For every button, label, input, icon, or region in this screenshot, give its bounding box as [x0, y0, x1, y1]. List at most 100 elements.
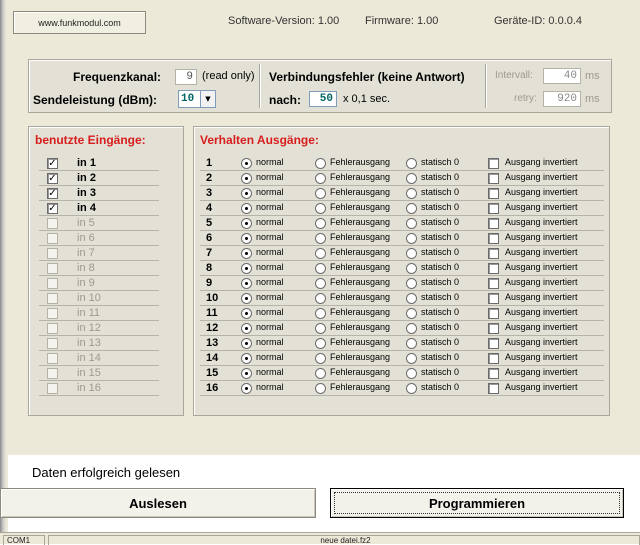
power-label: Sendeleistung (dBm):: [33, 93, 158, 107]
radio-fehlerausgang[interactable]: [315, 338, 326, 349]
input-row: ✓ in 2: [39, 171, 159, 186]
radio-fehlerausgang[interactable]: [315, 323, 326, 334]
radio-fehlerausgang[interactable]: [315, 353, 326, 364]
power-select-value: 10: [181, 93, 195, 105]
invert-checkbox[interactable]: [488, 338, 499, 349]
output-number: 16: [206, 382, 219, 394]
radio-statisch[interactable]: [406, 173, 417, 184]
radio-fehlerausgang[interactable]: [315, 383, 326, 394]
radio-normal[interactable]: [241, 248, 252, 259]
invert-checkbox[interactable]: [488, 173, 499, 184]
input-label: in 4: [77, 202, 96, 214]
invert-checkbox[interactable]: [488, 368, 499, 379]
chevron-down-icon[interactable]: ▼: [200, 91, 215, 107]
input-row: in 11: [39, 306, 159, 321]
input-checkbox: [47, 338, 58, 349]
radio-normal-label: normal: [256, 307, 284, 317]
radio-fehlerausgang[interactable]: [315, 188, 326, 199]
radio-fehlerausgang[interactable]: [315, 308, 326, 319]
radio-statisch[interactable]: [406, 308, 417, 319]
divider: [259, 64, 260, 108]
radio-statisch[interactable]: [406, 368, 417, 379]
invert-checkbox[interactable]: [488, 278, 499, 289]
radio-fehlerausgang-label: Fehlerausgang: [330, 307, 391, 317]
invert-checkbox[interactable]: [488, 323, 499, 334]
output-number: 2: [206, 172, 213, 184]
invert-label: Ausgang invertiert: [505, 322, 578, 332]
radio-statisch[interactable]: [406, 263, 417, 274]
radio-statisch[interactable]: [406, 248, 417, 259]
radio-normal-label: normal: [256, 157, 284, 167]
input-row: ✓ in 1: [39, 156, 159, 171]
invert-checkbox[interactable]: [488, 308, 499, 319]
radio-statisch[interactable]: [406, 353, 417, 364]
radio-fehlerausgang[interactable]: [315, 203, 326, 214]
radio-normal[interactable]: [241, 353, 252, 364]
invert-checkbox[interactable]: [488, 383, 499, 394]
input-label: in 8: [77, 262, 95, 274]
radio-fehlerausgang[interactable]: [315, 233, 326, 244]
radio-fehlerausgang[interactable]: [315, 248, 326, 259]
status-bar: COM1 neue datei.fz2: [0, 532, 640, 545]
radio-normal[interactable]: [241, 263, 252, 274]
input-checkbox[interactable]: ✓: [47, 188, 58, 199]
radio-statisch[interactable]: [406, 293, 417, 304]
radio-normal[interactable]: [241, 368, 252, 379]
radio-statisch[interactable]: [406, 323, 417, 334]
invert-checkbox[interactable]: [488, 158, 499, 169]
invert-checkbox[interactable]: [488, 218, 499, 229]
radio-fehlerausgang[interactable]: [315, 278, 326, 289]
invert-checkbox[interactable]: [488, 203, 499, 214]
radio-statisch[interactable]: [406, 278, 417, 289]
input-checkbox[interactable]: ✓: [47, 173, 58, 184]
radio-normal[interactable]: [241, 308, 252, 319]
radio-normal[interactable]: [241, 233, 252, 244]
radio-fehlerausgang[interactable]: [315, 263, 326, 274]
radio-fehlerausgang[interactable]: [315, 173, 326, 184]
radio-statisch[interactable]: [406, 203, 417, 214]
radio-statisch[interactable]: [406, 188, 417, 199]
radio-normal[interactable]: [241, 323, 252, 334]
input-label: in 5: [77, 217, 95, 229]
radio-normal[interactable]: [241, 218, 252, 229]
radio-fehlerausgang-label: Fehlerausgang: [330, 217, 391, 227]
input-label: in 10: [77, 292, 101, 304]
radio-statisch[interactable]: [406, 233, 417, 244]
radio-normal[interactable]: [241, 203, 252, 214]
radio-statisch[interactable]: [406, 218, 417, 229]
radio-fehlerausgang[interactable]: [315, 158, 326, 169]
website-button[interactable]: www.funkmodul.com: [13, 11, 146, 34]
invert-label: Ausgang invertiert: [505, 292, 578, 302]
radio-statisch[interactable]: [406, 338, 417, 349]
radio-fehlerausgang-label: Fehlerausgang: [330, 277, 391, 287]
input-checkbox[interactable]: ✓: [47, 158, 58, 169]
radio-fehlerausgang[interactable]: [315, 218, 326, 229]
radio-fehlerausgang[interactable]: [315, 293, 326, 304]
radio-statisch[interactable]: [406, 383, 417, 394]
radio-normal[interactable]: [241, 293, 252, 304]
invert-checkbox[interactable]: [488, 293, 499, 304]
radio-normal[interactable]: [241, 188, 252, 199]
timeout-field[interactable]: 50: [309, 91, 337, 107]
input-row: in 8: [39, 261, 159, 276]
radio-normal[interactable]: [241, 173, 252, 184]
radio-fehlerausgang[interactable]: [315, 368, 326, 379]
program-button[interactable]: Programmieren: [330, 488, 624, 518]
radio-normal[interactable]: [241, 383, 252, 394]
invert-checkbox[interactable]: [488, 188, 499, 199]
invert-checkbox[interactable]: [488, 353, 499, 364]
radio-normal[interactable]: [241, 338, 252, 349]
input-label: in 2: [77, 172, 96, 184]
radio-normal[interactable]: [241, 278, 252, 289]
invert-checkbox[interactable]: [488, 263, 499, 274]
radio-statisch[interactable]: [406, 158, 417, 169]
read-button[interactable]: Auslesen: [0, 488, 316, 518]
radio-normal-label: normal: [256, 247, 284, 257]
invert-checkbox[interactable]: [488, 233, 499, 244]
timeout-unit: x 0,1 sec.: [343, 93, 391, 105]
interval-unit: ms: [585, 70, 600, 82]
power-select[interactable]: 10 ▼: [178, 90, 216, 108]
invert-checkbox[interactable]: [488, 248, 499, 259]
input-checkbox[interactable]: ✓: [47, 203, 58, 214]
radio-normal[interactable]: [241, 158, 252, 169]
